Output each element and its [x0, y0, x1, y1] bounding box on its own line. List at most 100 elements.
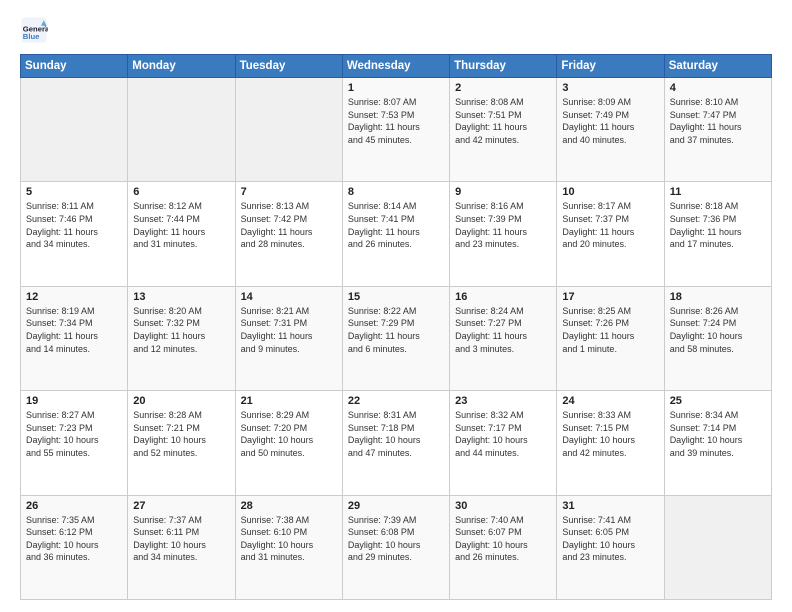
calendar-cell: 2 Sunrise: 8:08 AM Sunset: 7:51 PM Daylig… — [450, 78, 557, 182]
calendar-table: SundayMondayTuesdayWednesdayThursdayFrid… — [20, 54, 772, 600]
calendar-cell: 23Sunrise: 8:32 AM Sunset: 7:17 PM Dayli… — [450, 391, 557, 495]
day-number: 19 — [26, 395, 122, 407]
day-info: Sunrise: 8:22 AM Sunset: 7:29 PM Dayligh… — [348, 305, 444, 355]
day-number: 3 — [562, 82, 658, 94]
day-info: Sunrise: 8:19 AM Sunset: 7:34 PM Dayligh… — [26, 305, 122, 355]
day-info: Sunrise: 8:21 AM Sunset: 7:31 PM Dayligh… — [241, 305, 337, 355]
day-number: 30 — [455, 500, 551, 512]
day-info: Sunrise: 7:35 AM Sunset: 6:12 PM Dayligh… — [26, 514, 122, 564]
day-info: Sunrise: 7:37 AM Sunset: 6:11 PM Dayligh… — [133, 514, 229, 564]
week-row-0: 1 Sunrise: 8:07 AM Sunset: 7:53 PM Daylig… — [21, 78, 772, 182]
day-number: 29 — [348, 500, 444, 512]
calendar-cell: 26 Sunrise: 7:35 AM Sunset: 6:12 PM Dayli… — [21, 495, 128, 599]
logo: General Blue — [20, 16, 52, 44]
calendar-cell — [664, 495, 771, 599]
calendar-cell: 20 Sunrise: 8:28 AM Sunset: 7:21 PM Dayli… — [128, 391, 235, 495]
day-info: Sunrise: 8:17 AM Sunset: 7:37 PM Dayligh… — [562, 200, 658, 250]
day-info: Sunrise: 8:33 AM Sunset: 7:15 PM Dayligh… — [562, 409, 658, 459]
day-info: Sunrise: 7:39 AM Sunset: 6:08 PM Dayligh… — [348, 514, 444, 564]
day-number: 7 — [241, 186, 337, 198]
logo-icon: General Blue — [20, 16, 48, 44]
day-number: 25 — [670, 395, 766, 407]
day-info: Sunrise: 8:18 AM Sunset: 7:36 PM Dayligh… — [670, 200, 766, 250]
day-number: 22 — [348, 395, 444, 407]
calendar-cell: 7 Sunrise: 8:13 AM Sunset: 7:42 PM Daylig… — [235, 182, 342, 286]
day-number: 6 — [133, 186, 229, 198]
week-row-4: 26 Sunrise: 7:35 AM Sunset: 6:12 PM Dayli… — [21, 495, 772, 599]
calendar-cell: 19 Sunrise: 8:27 AM Sunset: 7:23 PM Dayli… — [21, 391, 128, 495]
day-info: Sunrise: 8:28 AM Sunset: 7:21 PM Dayligh… — [133, 409, 229, 459]
calendar-cell: 5Sunrise: 8:11 AM Sunset: 7:46 PM Daylig… — [21, 182, 128, 286]
day-info: Sunrise: 8:09 AM Sunset: 7:49 PM Dayligh… — [562, 96, 658, 146]
day-info: Sunrise: 8:16 AM Sunset: 7:39 PM Dayligh… — [455, 200, 551, 250]
day-number: 27 — [133, 500, 229, 512]
day-info: Sunrise: 8:07 AM Sunset: 7:53 PM Dayligh… — [348, 96, 444, 146]
day-number: 5 — [26, 186, 122, 198]
day-info: Sunrise: 8:25 AM Sunset: 7:26 PM Dayligh… — [562, 305, 658, 355]
calendar-cell — [235, 78, 342, 182]
day-info: Sunrise: 8:12 AM Sunset: 7:44 PM Dayligh… — [133, 200, 229, 250]
day-number: 17 — [562, 291, 658, 303]
calendar-cell: 14 Sunrise: 8:21 AM Sunset: 7:31 PM Dayli… — [235, 286, 342, 390]
calendar-cell: 21 Sunrise: 8:29 AM Sunset: 7:20 PM Dayli… — [235, 391, 342, 495]
calendar-cell: 30 Sunrise: 7:40 AM Sunset: 6:07 PM Dayli… — [450, 495, 557, 599]
day-info: Sunrise: 8:10 AM Sunset: 7:47 PM Dayligh… — [670, 96, 766, 146]
calendar-cell: 28Sunrise: 7:38 AM Sunset: 6:10 PM Dayli… — [235, 495, 342, 599]
day-number: 31 — [562, 500, 658, 512]
day-number: 18 — [670, 291, 766, 303]
weekday-header-sunday: Sunday — [21, 55, 128, 78]
calendar-cell: 27 Sunrise: 7:37 AM Sunset: 6:11 PM Dayli… — [128, 495, 235, 599]
day-info: Sunrise: 8:29 AM Sunset: 7:20 PM Dayligh… — [241, 409, 337, 459]
calendar-cell: 1 Sunrise: 8:07 AM Sunset: 7:53 PM Daylig… — [342, 78, 449, 182]
day-number: 20 — [133, 395, 229, 407]
day-info: Sunrise: 8:31 AM Sunset: 7:18 PM Dayligh… — [348, 409, 444, 459]
calendar-cell — [128, 78, 235, 182]
day-info: Sunrise: 8:13 AM Sunset: 7:42 PM Dayligh… — [241, 200, 337, 250]
day-number: 13 — [133, 291, 229, 303]
calendar-cell: 4Sunrise: 8:10 AM Sunset: 7:47 PM Daylig… — [664, 78, 771, 182]
calendar-cell: 17 Sunrise: 8:25 AM Sunset: 7:26 PM Dayli… — [557, 286, 664, 390]
day-info: Sunrise: 7:41 AM Sunset: 6:05 PM Dayligh… — [562, 514, 658, 564]
weekday-header-row: SundayMondayTuesdayWednesdayThursdayFrid… — [21, 55, 772, 78]
page: General Blue SundayMondayTuesdayWednesda… — [0, 0, 792, 612]
calendar-cell: 24 Sunrise: 8:33 AM Sunset: 7:15 PM Dayli… — [557, 391, 664, 495]
calendar-cell: 22 Sunrise: 8:31 AM Sunset: 7:18 PM Dayli… — [342, 391, 449, 495]
day-info: Sunrise: 8:14 AM Sunset: 7:41 PM Dayligh… — [348, 200, 444, 250]
calendar-cell: 31 Sunrise: 7:41 AM Sunset: 6:05 PM Dayli… — [557, 495, 664, 599]
day-info: Sunrise: 8:08 AM Sunset: 7:51 PM Dayligh… — [455, 96, 551, 146]
calendar-cell: 12Sunrise: 8:19 AM Sunset: 7:34 PM Dayli… — [21, 286, 128, 390]
day-number: 26 — [26, 500, 122, 512]
calendar-cell: 13Sunrise: 8:20 AM Sunset: 7:32 PM Dayli… — [128, 286, 235, 390]
day-number: 14 — [241, 291, 337, 303]
calendar-cell: 6 Sunrise: 8:12 AM Sunset: 7:44 PM Daylig… — [128, 182, 235, 286]
weekday-header-tuesday: Tuesday — [235, 55, 342, 78]
day-info: Sunrise: 8:34 AM Sunset: 7:14 PM Dayligh… — [670, 409, 766, 459]
day-info: Sunrise: 7:40 AM Sunset: 6:07 PM Dayligh… — [455, 514, 551, 564]
day-number: 24 — [562, 395, 658, 407]
day-number: 11 — [670, 186, 766, 198]
day-info: Sunrise: 8:27 AM Sunset: 7:23 PM Dayligh… — [26, 409, 122, 459]
calendar-cell: 15Sunrise: 8:22 AM Sunset: 7:29 PM Dayli… — [342, 286, 449, 390]
header: General Blue — [20, 16, 772, 44]
svg-text:Blue: Blue — [23, 32, 40, 41]
day-number: 10 — [562, 186, 658, 198]
day-info: Sunrise: 8:24 AM Sunset: 7:27 PM Dayligh… — [455, 305, 551, 355]
calendar-cell: 10 Sunrise: 8:17 AM Sunset: 7:37 PM Dayli… — [557, 182, 664, 286]
calendar-cell: 9 Sunrise: 8:16 AM Sunset: 7:39 PM Daylig… — [450, 182, 557, 286]
day-number: 23 — [455, 395, 551, 407]
calendar-cell: 25 Sunrise: 8:34 AM Sunset: 7:14 PM Dayli… — [664, 391, 771, 495]
calendar-cell — [21, 78, 128, 182]
weekday-header-saturday: Saturday — [664, 55, 771, 78]
calendar-cell: 18Sunrise: 8:26 AM Sunset: 7:24 PM Dayli… — [664, 286, 771, 390]
day-number: 21 — [241, 395, 337, 407]
calendar-cell: 3 Sunrise: 8:09 AM Sunset: 7:49 PM Daylig… — [557, 78, 664, 182]
week-row-1: 5Sunrise: 8:11 AM Sunset: 7:46 PM Daylig… — [21, 182, 772, 286]
day-number: 9 — [455, 186, 551, 198]
week-row-3: 19 Sunrise: 8:27 AM Sunset: 7:23 PM Dayli… — [21, 391, 772, 495]
day-info: Sunrise: 7:38 AM Sunset: 6:10 PM Dayligh… — [241, 514, 337, 564]
weekday-header-wednesday: Wednesday — [342, 55, 449, 78]
day-number: 1 — [348, 82, 444, 94]
calendar-cell: 16Sunrise: 8:24 AM Sunset: 7:27 PM Dayli… — [450, 286, 557, 390]
weekday-header-thursday: Thursday — [450, 55, 557, 78]
day-number: 2 — [455, 82, 551, 94]
